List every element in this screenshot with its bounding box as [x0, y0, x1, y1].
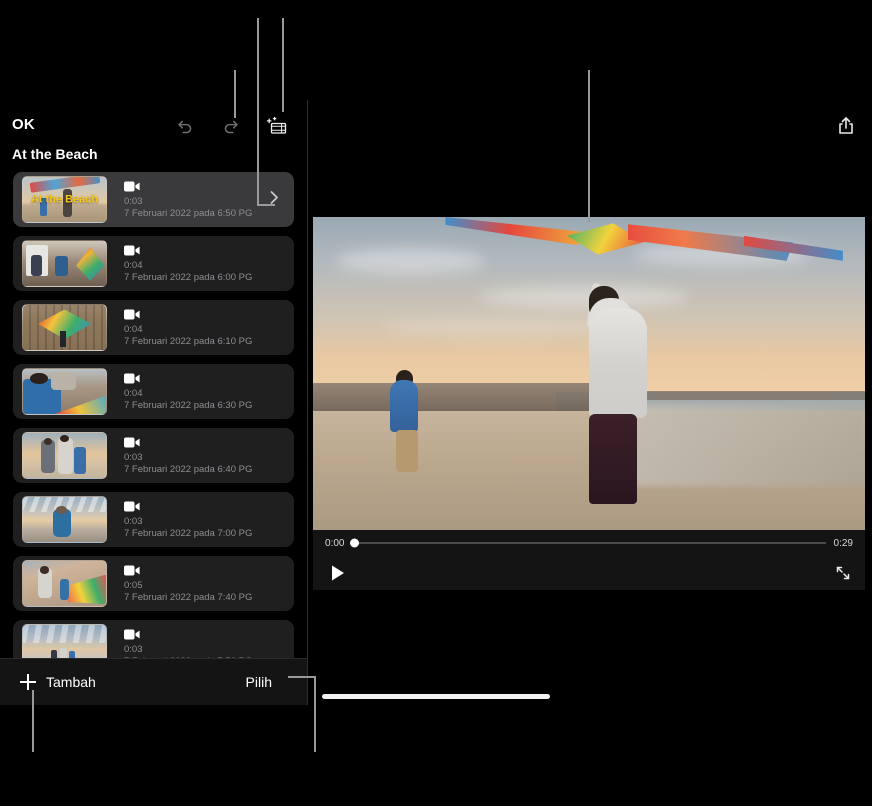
boy-legs	[396, 430, 418, 472]
man-legs	[589, 414, 637, 504]
page-title: At the Beach	[12, 146, 98, 162]
clip-meta: 0:04 7 Februari 2022 pada 6:30 PG	[124, 373, 252, 411]
list-item[interactable]: 0:04 7 Februari 2022 pada 6:10 PG	[13, 300, 294, 355]
video-camera-icon	[124, 245, 140, 256]
ok-button[interactable]: OK	[12, 116, 35, 133]
clip-date: 7 Februari 2022 pada 7:40 PG	[124, 592, 252, 603]
clip-duration: 0:03	[124, 452, 252, 463]
clip-duration: 0:04	[124, 324, 252, 335]
header-icon-group	[173, 114, 289, 138]
duration-label: 0:29	[834, 538, 853, 549]
home-indicator	[322, 694, 550, 699]
clip-date: 7 Februari 2022 pada 6:00 PG	[124, 272, 252, 283]
boy-body	[390, 380, 418, 432]
clip-date: 7 Februari 2022 pada 6:30 PG	[124, 400, 252, 411]
clip-meta: 0:03 7 Februari 2022 pada 6:50 PG	[124, 181, 252, 219]
clip-thumbnail	[22, 240, 107, 287]
clip-duration: 0:04	[124, 260, 252, 271]
undo-icon[interactable]	[173, 114, 197, 138]
sidebar-bottom-bar: Tambah Pilih	[0, 658, 307, 705]
clip-duration: 0:04	[124, 388, 252, 399]
clip-date: 7 Februari 2022 pada 6:40 PG	[124, 464, 252, 475]
callout-line-pilih-vert	[314, 676, 316, 752]
man-body	[589, 308, 647, 418]
cloud	[479, 286, 689, 308]
chevron-right-icon[interactable]	[268, 189, 280, 210]
share-icon[interactable]	[832, 112, 860, 140]
clip-thumbnail	[22, 368, 107, 415]
callout-line-redo	[234, 70, 236, 118]
memory-editor-sidebar: OK	[0, 100, 307, 705]
callout-line-magic-movie	[282, 18, 284, 112]
clip-date: 7 Februari 2022 pada 6:50 PG	[124, 208, 252, 219]
list-item[interactable]: 0:04 7 Februari 2022 pada 6:30 PG	[13, 364, 294, 419]
list-item[interactable]: At the Beach 0:03 7 Februari 2022 pada 6…	[13, 172, 294, 227]
sidebar-header: OK	[0, 100, 307, 155]
current-time-label: 0:00	[325, 538, 344, 549]
clip-thumbnail	[22, 496, 107, 543]
transport-controls	[313, 556, 865, 590]
video-camera-icon	[124, 373, 140, 384]
callout-line-chevron-vert	[257, 18, 259, 206]
clip-overlay-title: At the Beach	[23, 194, 106, 205]
clip-duration: 0:03	[124, 644, 252, 655]
clip-date: 7 Februari 2022 pada 7:00 PG	[124, 528, 252, 539]
play-button[interactable]	[329, 564, 347, 582]
clip-thumbnail: At the Beach	[22, 176, 107, 223]
clip-meta: 0:04 7 Februari 2022 pada 6:00 PG	[124, 245, 252, 283]
clip-meta: 0:03 7 Februari 2022 pada 7:00 PG	[124, 501, 252, 539]
clip-duration: 0:05	[124, 580, 252, 591]
clip-duration: 0:03	[124, 516, 252, 527]
magic-movie-icon[interactable]	[265, 114, 289, 138]
video-camera-icon	[124, 437, 140, 448]
callout-line-pilih-horiz	[288, 676, 316, 678]
list-item[interactable]: 0:03 7 Februari 2022 pada 6:40 PG	[13, 428, 294, 483]
video-camera-icon	[124, 181, 140, 192]
callout-line-chevron-horiz	[257, 204, 275, 206]
video-stage[interactable]	[313, 217, 865, 530]
expand-icon[interactable]	[835, 565, 851, 581]
scrubber-bar[interactable]: 0:00 0:29	[313, 530, 865, 556]
list-item[interactable]: 0:04 7 Februari 2022 pada 6:00 PG	[13, 236, 294, 291]
scrubber-knob[interactable]	[350, 539, 359, 548]
clip-thumbnail	[22, 560, 107, 607]
progress-track[interactable]	[352, 542, 825, 544]
clip-list[interactable]: At the Beach 0:03 7 Februari 2022 pada 6…	[0, 172, 307, 705]
callout-line-tambah	[32, 690, 34, 752]
wet-sand	[633, 405, 865, 486]
list-item[interactable]: 0:03 7 Februari 2022 pada 7:00 PG	[13, 492, 294, 547]
video-camera-icon	[124, 565, 140, 576]
skyline-buildings	[313, 383, 600, 411]
skyline-far	[611, 391, 865, 400]
list-item[interactable]: 0:05 7 Februari 2022 pada 7:40 PG	[13, 556, 294, 611]
select-button[interactable]: Pilih	[246, 674, 272, 690]
video-camera-icon	[124, 501, 140, 512]
video-camera-icon	[124, 629, 140, 640]
add-button[interactable]: Tambah	[20, 674, 96, 690]
clip-meta: 0:03 7 Februari 2022 pada 6:40 PG	[124, 437, 252, 475]
clip-thumbnail	[22, 432, 107, 479]
clip-thumbnail	[22, 304, 107, 351]
clip-date: 7 Februari 2022 pada 6:10 PG	[124, 336, 252, 347]
add-button-label: Tambah	[46, 674, 96, 690]
clip-duration: 0:03	[124, 196, 252, 207]
plus-icon	[20, 674, 36, 690]
clip-meta: 0:04 7 Februari 2022 pada 6:10 PG	[124, 309, 252, 347]
callout-line-video-stage	[588, 70, 590, 222]
sidebar-divider	[307, 100, 308, 705]
video-camera-icon	[124, 309, 140, 320]
redo-icon[interactable]	[219, 114, 243, 138]
video-player: 0:00 0:29	[313, 217, 865, 590]
clip-meta: 0:05 7 Februari 2022 pada 7:40 PG	[124, 565, 252, 603]
